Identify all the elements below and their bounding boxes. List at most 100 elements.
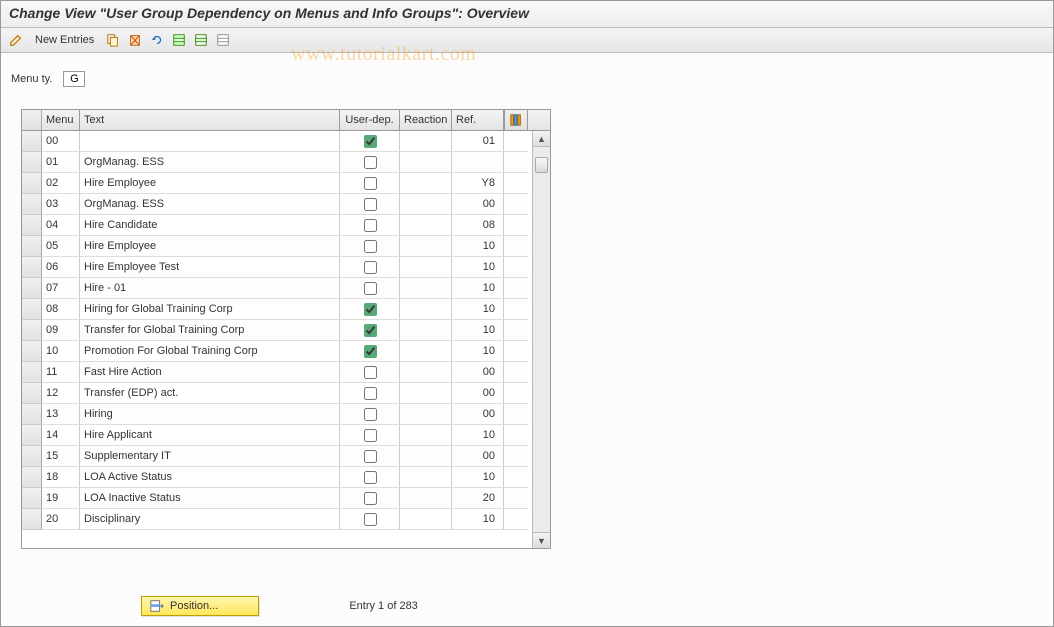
cell-userdep[interactable] bbox=[340, 236, 400, 257]
row-selector[interactable] bbox=[22, 215, 42, 236]
cell-menu[interactable]: 11 bbox=[42, 362, 80, 383]
cell-text[interactable]: Hire Employee Test bbox=[80, 257, 340, 278]
grid-header-selector[interactable] bbox=[22, 110, 42, 130]
cell-reaction[interactable] bbox=[400, 215, 452, 236]
table-row[interactable]: 18LOA Active Status10 bbox=[22, 467, 550, 488]
cell-menu[interactable]: 15 bbox=[42, 446, 80, 467]
undo-change-icon[interactable] bbox=[148, 31, 166, 49]
select-block-icon[interactable] bbox=[192, 31, 210, 49]
cell-menu[interactable]: 19 bbox=[42, 488, 80, 509]
table-row[interactable]: 09Transfer for Global Training Corp10 bbox=[22, 320, 550, 341]
cell-reaction[interactable] bbox=[400, 467, 452, 488]
cell-menu[interactable]: 04 bbox=[42, 215, 80, 236]
cell-menu[interactable]: 00 bbox=[42, 131, 80, 152]
cell-ref[interactable]: 10 bbox=[452, 257, 504, 278]
cell-reaction[interactable] bbox=[400, 425, 452, 446]
table-row[interactable]: 00 01 bbox=[22, 131, 550, 152]
cell-userdep[interactable] bbox=[340, 278, 400, 299]
cell-ref[interactable]: Y8 bbox=[452, 173, 504, 194]
cell-userdep[interactable] bbox=[340, 446, 400, 467]
cell-reaction[interactable] bbox=[400, 509, 452, 530]
grid-header-reaction[interactable]: Reaction bbox=[400, 110, 452, 130]
cell-text[interactable]: Hiring for Global Training Corp bbox=[80, 299, 340, 320]
cell-ref[interactable]: 10 bbox=[452, 320, 504, 341]
grid-header-userdep[interactable]: User-dep. bbox=[340, 110, 400, 130]
cell-menu[interactable]: 18 bbox=[42, 467, 80, 488]
cell-menu[interactable]: 10 bbox=[42, 341, 80, 362]
userdep-checkbox[interactable] bbox=[364, 198, 377, 211]
row-selector[interactable] bbox=[22, 446, 42, 467]
userdep-checkbox[interactable] bbox=[364, 303, 377, 316]
table-row[interactable]: 07Hire - 0110 bbox=[22, 278, 550, 299]
cell-userdep[interactable] bbox=[340, 404, 400, 425]
scroll-track[interactable] bbox=[533, 147, 550, 532]
scroll-down-arrow-icon[interactable]: ▼ bbox=[533, 532, 550, 548]
cell-userdep[interactable] bbox=[340, 257, 400, 278]
cell-reaction[interactable] bbox=[400, 383, 452, 404]
userdep-checkbox[interactable] bbox=[364, 240, 377, 253]
cell-text[interactable]: Supplementary IT bbox=[80, 446, 340, 467]
row-selector[interactable] bbox=[22, 194, 42, 215]
userdep-checkbox[interactable] bbox=[364, 450, 377, 463]
new-entries-button[interactable]: New Entries bbox=[29, 32, 100, 48]
cell-menu[interactable]: 14 bbox=[42, 425, 80, 446]
userdep-checkbox[interactable] bbox=[364, 429, 377, 442]
table-row[interactable]: 13Hiring00 bbox=[22, 404, 550, 425]
row-selector[interactable] bbox=[22, 152, 42, 173]
table-row[interactable]: 20Disciplinary10 bbox=[22, 509, 550, 530]
table-row[interactable]: 15Supplementary IT00 bbox=[22, 446, 550, 467]
userdep-checkbox[interactable] bbox=[364, 471, 377, 484]
row-selector[interactable] bbox=[22, 488, 42, 509]
cell-menu[interactable]: 01 bbox=[42, 152, 80, 173]
cell-reaction[interactable] bbox=[400, 278, 452, 299]
cell-text[interactable]: Hire Applicant bbox=[80, 425, 340, 446]
cell-userdep[interactable] bbox=[340, 509, 400, 530]
table-row[interactable]: 14Hire Applicant10 bbox=[22, 425, 550, 446]
deselect-all-icon[interactable] bbox=[214, 31, 232, 49]
cell-menu[interactable]: 20 bbox=[42, 509, 80, 530]
userdep-checkbox[interactable] bbox=[364, 177, 377, 190]
cell-userdep[interactable] bbox=[340, 383, 400, 404]
cell-menu[interactable]: 13 bbox=[42, 404, 80, 425]
cell-text[interactable]: Fast Hire Action bbox=[80, 362, 340, 383]
cell-menu[interactable]: 06 bbox=[42, 257, 80, 278]
row-selector[interactable] bbox=[22, 320, 42, 341]
cell-ref[interactable]: 00 bbox=[452, 362, 504, 383]
cell-userdep[interactable] bbox=[340, 320, 400, 341]
row-selector[interactable] bbox=[22, 425, 42, 446]
cell-reaction[interactable] bbox=[400, 299, 452, 320]
cell-menu[interactable]: 07 bbox=[42, 278, 80, 299]
userdep-checkbox[interactable] bbox=[364, 366, 377, 379]
table-row[interactable]: 01OrgManag. ESS bbox=[22, 152, 550, 173]
grid-config-icon[interactable] bbox=[504, 110, 528, 130]
cell-reaction[interactable] bbox=[400, 362, 452, 383]
table-row[interactable]: 06Hire Employee Test 10 bbox=[22, 257, 550, 278]
cell-menu[interactable]: 12 bbox=[42, 383, 80, 404]
cell-menu[interactable]: 03 bbox=[42, 194, 80, 215]
row-selector[interactable] bbox=[22, 278, 42, 299]
userdep-checkbox[interactable] bbox=[364, 324, 377, 337]
row-selector[interactable] bbox=[22, 131, 42, 152]
cell-text[interactable]: Promotion For Global Training Corp bbox=[80, 341, 340, 362]
userdep-checkbox[interactable] bbox=[364, 261, 377, 274]
cell-userdep[interactable] bbox=[340, 299, 400, 320]
cell-ref[interactable]: 01 bbox=[452, 131, 504, 152]
row-selector[interactable] bbox=[22, 173, 42, 194]
table-row[interactable]: 04Hire Candidate08 bbox=[22, 215, 550, 236]
cell-ref[interactable]: 00 bbox=[452, 383, 504, 404]
cell-text[interactable]: OrgManag. ESS bbox=[80, 194, 340, 215]
position-button[interactable]: Position... bbox=[141, 596, 259, 616]
cell-text[interactable]: Disciplinary bbox=[80, 509, 340, 530]
table-row[interactable]: 05Hire Employee10 bbox=[22, 236, 550, 257]
cell-reaction[interactable] bbox=[400, 173, 452, 194]
userdep-checkbox[interactable] bbox=[364, 156, 377, 169]
cell-text[interactable]: Hire - 01 bbox=[80, 278, 340, 299]
cell-text[interactable] bbox=[80, 131, 340, 152]
cell-text[interactable]: Hire Employee bbox=[80, 236, 340, 257]
cell-userdep[interactable] bbox=[340, 173, 400, 194]
table-row[interactable]: 12Transfer (EDP) act.00 bbox=[22, 383, 550, 404]
toggle-display-change-icon[interactable] bbox=[7, 31, 25, 49]
cell-userdep[interactable] bbox=[340, 467, 400, 488]
userdep-checkbox[interactable] bbox=[364, 345, 377, 358]
cell-userdep[interactable] bbox=[340, 152, 400, 173]
